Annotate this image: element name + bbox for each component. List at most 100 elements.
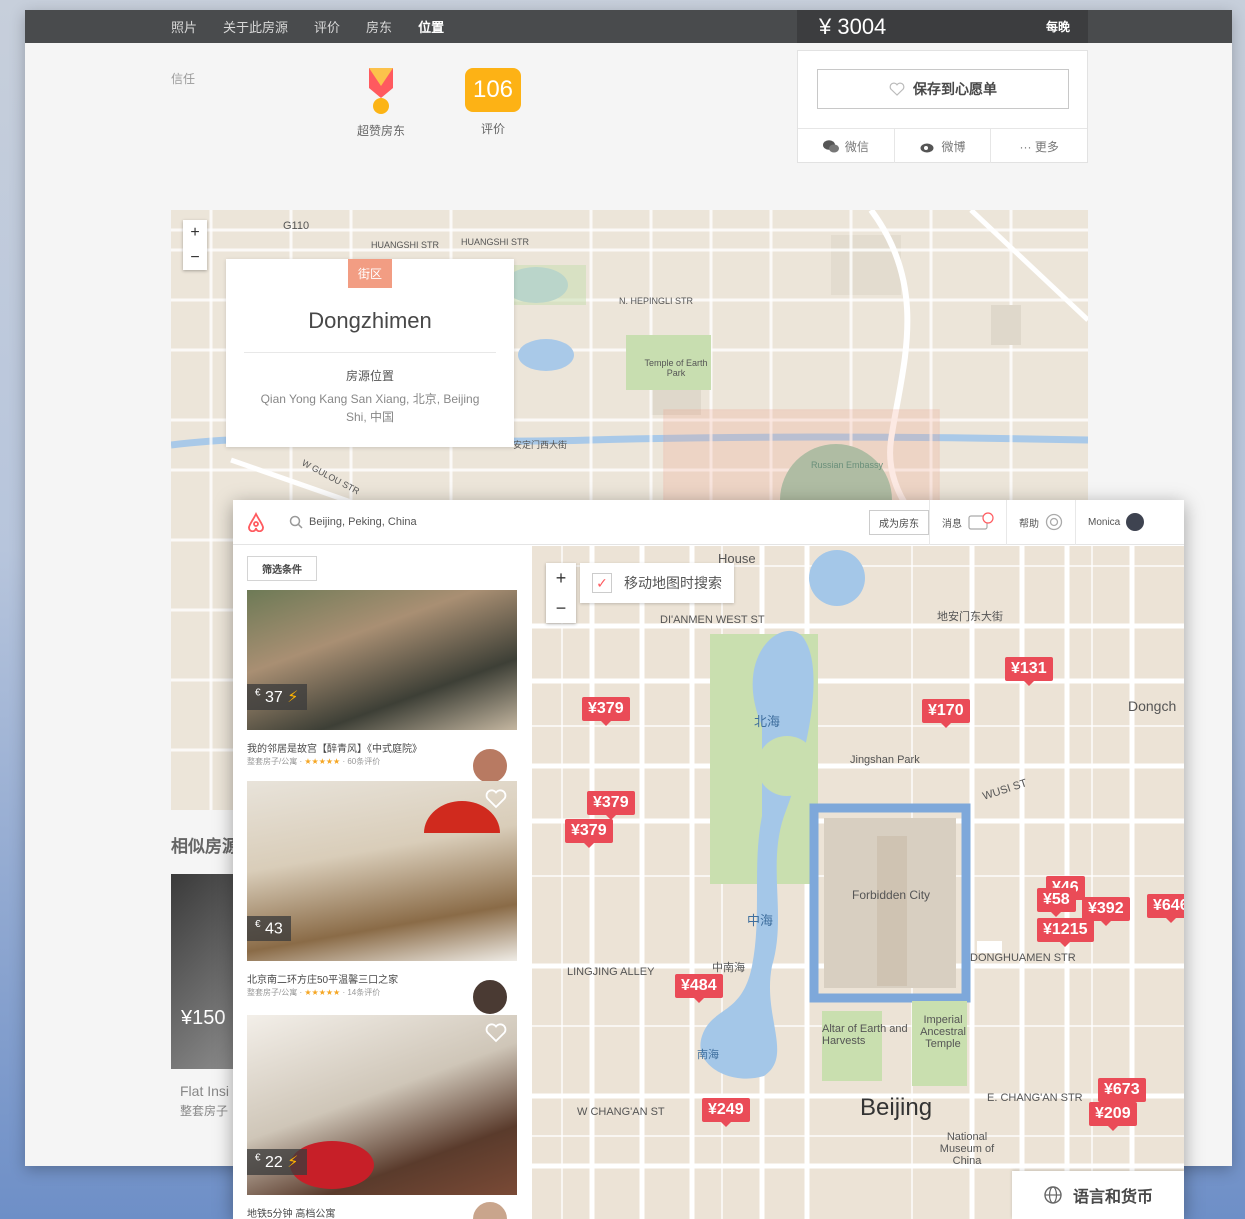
wechat-icon <box>822 139 839 152</box>
listing-photo[interactable]: € 22 ⚡ <box>247 1015 517 1195</box>
checkbox-checked-icon: ✓ <box>592 573 612 593</box>
price-unit: 每晚 <box>1045 20 1070 34</box>
globe-icon <box>1044 1186 1062 1204</box>
heart-icon <box>889 82 905 96</box>
price-pin[interactable]: ¥58 <box>1037 888 1076 917</box>
listing-reviews: · 14条评价 <box>342 988 381 997</box>
similar-listing-title: Flat Insi <box>180 1083 230 1099</box>
share-more-button[interactable]: ··· 更多 <box>991 129 1087 163</box>
share-weibo-button[interactable]: 微博 <box>895 129 992 163</box>
price-currency: € <box>255 1152 261 1164</box>
instant-book-icon: ⚡ <box>287 1154 299 1171</box>
similar-listings-title: 相似房源 <box>171 837 239 856</box>
price-currency: € <box>255 918 261 930</box>
search-results-window: Beijing, Peking, China 成为房东 消息 帮助 Monica… <box>233 500 1184 1219</box>
price-pin[interactable]: ¥379 <box>565 819 613 848</box>
user-menu[interactable]: Monica <box>1075 500 1156 545</box>
map-label: 中海 <box>747 913 774 928</box>
listing-price-tag: € 37 ⚡ <box>247 684 307 710</box>
listing-card[interactable]: € 43 北京南二环方庄50平温馨三口之家 整套房子/公寓 · ★★★★★ · … <box>247 781 517 1016</box>
host-avatar[interactable] <box>471 747 509 785</box>
nav-host[interactable]: 房东 <box>366 17 392 36</box>
map-label: Russian Embassy <box>811 460 884 470</box>
avatar <box>1126 513 1145 531</box>
zoom-in-button[interactable]: + <box>183 220 207 245</box>
price-currency: € <box>255 687 261 699</box>
search-text: Beijing, Peking, China <box>309 516 417 528</box>
listing-photo[interactable]: € 37 ⚡ <box>247 590 517 730</box>
listing-price-tag: € 22 ⚡ <box>247 1149 307 1175</box>
zoom-out-button[interactable]: − <box>183 245 207 270</box>
nav-photos[interactable]: 照片 <box>171 17 197 36</box>
nightly-price: ¥ 3004 <box>819 13 887 39</box>
share-wechat-button[interactable]: 微信 <box>798 129 895 163</box>
host-avatar[interactable] <box>471 1200 509 1219</box>
similar-listing-photo[interactable] <box>171 874 241 1069</box>
nav-reviews[interactable]: 评价 <box>314 17 340 36</box>
zoom-in-button[interactable]: + <box>546 563 576 593</box>
similar-listing-type: 整套房子 <box>180 1104 229 1118</box>
listing-price: 37 <box>265 689 283 706</box>
price-pin[interactable]: ¥249 <box>702 1098 750 1127</box>
similar-listing-price: ¥150 <box>181 1007 226 1029</box>
listing-card[interactable]: € 37 ⚡ 我的邻居是故宫【醉青风】《中式庭院》 整套房子/公寓 · ★★★★… <box>247 590 517 785</box>
search-as-map-moves-toggle[interactable]: ✓ 移动地图时搜索 <box>580 563 734 603</box>
map-label: Altar of Earth and Harvests <box>822 1023 908 1047</box>
listings-panel: 筛选条件 € 37 ⚡ 我的邻居是故宫【醉青风】《中式庭院》 整套房子/公寓 ·… <box>233 546 531 1219</box>
wishlist-label: 保存到心愿单 <box>913 81 997 97</box>
map-label: W CHANG'AN ST <box>577 1106 665 1118</box>
results-map[interactable]: DI'ANMEN WEST ST 地安门东大街 北海 Jingshan Park… <box>532 546 1184 1219</box>
save-to-wishlist-button[interactable]: 保存到心愿单 <box>817 69 1069 109</box>
superhost-badge: 超赞房东 <box>351 66 411 139</box>
listing-reviews: · 60条评价 <box>342 757 381 766</box>
listing-type: 整套房子/公寓 <box>247 988 298 997</box>
price-pin[interactable]: ¥484 <box>675 974 723 1003</box>
listing-photo[interactable]: € 43 <box>247 781 517 961</box>
price-pin[interactable]: ¥379 <box>582 697 630 726</box>
airbnb-logo[interactable] <box>233 512 279 532</box>
price-pin[interactable]: ¥673 <box>1098 1078 1146 1107</box>
nav-about[interactable]: 关于此房源 <box>223 17 288 36</box>
zoom-out-button[interactable]: − <box>546 593 576 623</box>
price-pin[interactable]: ¥170 <box>922 699 970 728</box>
language-currency-button[interactable]: 语言和货币 <box>1012 1171 1184 1219</box>
neighborhood-card: 街区 Dongzhimen 房源位置 Qian Yong Kang San Xi… <box>226 259 514 447</box>
listing-price: 22 <box>265 1154 283 1171</box>
map-label: 北海 <box>754 714 781 729</box>
language-currency-label: 语言和货币 <box>1072 1189 1153 1206</box>
price-pin[interactable]: ¥646 <box>1147 894 1184 923</box>
share-wechat-label: 微信 <box>844 139 869 154</box>
help-button[interactable]: 帮助 <box>1006 500 1075 545</box>
search-header: Beijing, Peking, China 成为房东 消息 帮助 Monica <box>233 500 1184 545</box>
map-label: LINGJING ALLEY <box>567 966 655 978</box>
map-label: Temple of Earth Park <box>644 358 708 378</box>
location-address: Qian Yong Kang San Xiang, 北京, Beijing Sh… <box>260 392 480 424</box>
listing-stars: ★★★★★ <box>304 757 341 766</box>
map-label: HUANGSHI STR <box>461 237 530 247</box>
price-pin[interactable]: ¥379 <box>587 791 635 820</box>
messages-label: 消息 <box>942 518 962 530</box>
filter-button[interactable]: 筛选条件 <box>247 556 317 581</box>
review-count: 106 <box>465 68 521 112</box>
superhost-medal-icon <box>369 68 393 114</box>
nav-location[interactable]: 位置 <box>418 17 444 36</box>
instant-book-icon: ⚡ <box>287 689 299 706</box>
host-avatar[interactable] <box>471 978 509 1016</box>
search-field[interactable]: Beijing, Peking, China <box>289 515 849 529</box>
wishlist-heart-button[interactable] <box>485 789 507 814</box>
listing-price: 43 <box>265 920 283 937</box>
map-label: DI'ANMEN WEST ST <box>660 614 765 626</box>
listing-card[interactable]: € 22 ⚡ 地铁5分钟 高档公寓 <box>247 1015 517 1219</box>
price-pin[interactable]: ¥1215 <box>1037 918 1094 947</box>
map-label: Imperial Ancestral Temple <box>920 1014 966 1050</box>
map-label: 中南海 <box>712 962 745 974</box>
price-pin[interactable]: ¥209 <box>1089 1102 1137 1131</box>
map-label: Jingshan Park <box>850 754 920 766</box>
become-host-button[interactable]: 成为房东 <box>869 509 929 535</box>
price-pin[interactable]: ¥131 <box>1005 657 1053 686</box>
wishlist-heart-button[interactable] <box>485 1023 507 1048</box>
airbnb-logo-icon <box>248 512 264 532</box>
messages-button[interactable]: 消息 <box>929 500 1006 545</box>
neighborhood-tag: 街区 <box>347 259 392 288</box>
map-label: National Museum of China <box>939 1131 995 1167</box>
